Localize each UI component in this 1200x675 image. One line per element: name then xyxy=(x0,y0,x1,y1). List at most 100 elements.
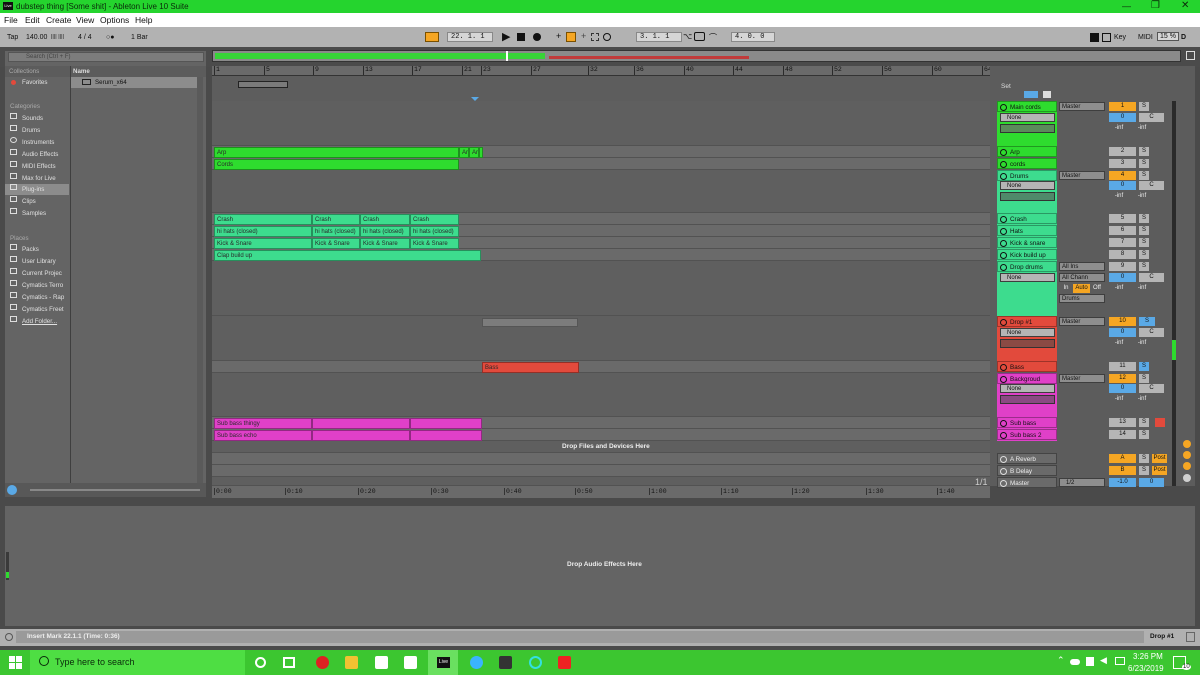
sidebar-item-user-library[interactable]: User Library xyxy=(5,256,69,267)
windows-start-icon[interactable] xyxy=(9,656,22,669)
browser-file-row[interactable]: Serum_x64 xyxy=(71,77,203,88)
network-icon[interactable] xyxy=(1086,657,1094,666)
sidebar-item-clips[interactable]: Clips xyxy=(5,196,69,207)
volume-field[interactable]: 0 xyxy=(1109,273,1136,282)
midi-map-button[interactable]: MIDI xyxy=(1138,34,1153,41)
solo-button[interactable]: S xyxy=(1139,102,1149,111)
master-pan[interactable]: 0 xyxy=(1139,478,1164,487)
arrangement-overview[interactable] xyxy=(212,50,1181,62)
volume-field[interactable]: 0 xyxy=(1109,384,1136,393)
menu-edit[interactable]: Edit xyxy=(25,15,40,25)
quantize-select[interactable]: 1 Bar xyxy=(131,34,148,41)
solo-button[interactable]: S xyxy=(1139,374,1149,383)
track-number[interactable]: 3 xyxy=(1109,159,1136,168)
solo-button[interactable]: S xyxy=(1139,430,1149,439)
track-number[interactable]: 4 xyxy=(1109,171,1136,180)
track-header-b-delay[interactable]: B Delay xyxy=(997,465,1057,476)
loop-brace[interactable] xyxy=(238,81,288,88)
pan-field[interactable]: C xyxy=(1139,181,1164,190)
clip-cords[interactable]: Cords xyxy=(214,159,459,170)
output-sub-select[interactable]: Drums xyxy=(1059,294,1105,303)
time-signature[interactable]: 4 / 4 xyxy=(78,34,92,41)
device-view[interactable]: Drop Audio Effects Here xyxy=(5,506,1195,626)
loop-start-field[interactable]: 3. 1. 1 xyxy=(636,32,682,42)
ableton-live-taskbar[interactable]: Live xyxy=(428,650,458,675)
play-status-icon[interactable] xyxy=(1000,432,1007,439)
track-header-drop1[interactable]: Drop #1 xyxy=(997,316,1057,327)
lane-background[interactable] xyxy=(212,373,990,417)
session-record-icon[interactable] xyxy=(591,33,599,41)
sidebar-item-max-for-live[interactable]: Max for Live xyxy=(5,173,69,184)
clip-hats[interactable]: hi hats (closed) xyxy=(214,226,312,237)
return-c-icon[interactable] xyxy=(1183,462,1191,470)
onedrive-icon[interactable] xyxy=(1070,659,1080,665)
solo-button[interactable]: S xyxy=(1139,147,1149,156)
return-letter[interactable]: B xyxy=(1109,466,1136,475)
store-icon[interactable] xyxy=(375,656,388,669)
track-number[interactable]: 9 xyxy=(1109,262,1136,271)
track-number[interactable]: 14 xyxy=(1109,430,1136,439)
menu-create[interactable]: Create xyxy=(46,15,72,25)
clip-kick[interactable]: Kick & Snare xyxy=(214,238,312,249)
preview-volume-slider[interactable] xyxy=(30,489,200,491)
input-select[interactable]: None xyxy=(1000,328,1055,337)
punch-in-icon[interactable]: ⌥ xyxy=(683,32,692,41)
nudge-buttons[interactable]: |||| |||| xyxy=(51,34,64,40)
opera-icon[interactable] xyxy=(316,656,329,669)
key-map-button[interactable]: Key xyxy=(1114,34,1126,41)
clip-bass[interactable]: Bass xyxy=(482,362,579,373)
track-number[interactable]: 13 xyxy=(1109,418,1136,427)
input-type-select[interactable]: All Ins xyxy=(1059,262,1105,271)
lane-drop-drums[interactable] xyxy=(212,261,990,316)
clock-time[interactable]: 3:26 PM xyxy=(1133,652,1163,661)
clip-sub-bass-echo-cont[interactable] xyxy=(312,430,410,441)
solo-button[interactable]: S xyxy=(1139,317,1155,326)
volume-icon[interactable]: ◀ xyxy=(1100,655,1107,666)
play-status-icon[interactable] xyxy=(1000,252,1007,259)
lane-master[interactable] xyxy=(212,477,990,486)
clip-arp[interactable]: Arp xyxy=(214,147,459,158)
tray-chevron-icon[interactable]: ⌃ xyxy=(1057,655,1065,666)
sidebar-item-cymatics-rap[interactable]: Cymatics - Rap xyxy=(5,292,69,303)
track-header-bass[interactable]: Bass xyxy=(997,361,1057,372)
solo-button[interactable]: S xyxy=(1139,238,1149,247)
volume-field[interactable]: 0 xyxy=(1109,328,1136,337)
clip-arp-small[interactable]: Ar xyxy=(459,147,469,158)
loop-length-field[interactable]: 4. 0. 0 xyxy=(731,32,775,42)
minimize-icon[interactable]: — xyxy=(1122,1,1131,11)
browser-search-input[interactable]: Search (Ctrl + F) xyxy=(8,52,204,62)
beat-ruler[interactable]: 1 5 9 13 17 21 23 27 32 36 40 44 48 52 5… xyxy=(212,66,992,76)
monitor-auto-button[interactable]: Auto xyxy=(1073,284,1090,293)
return-a-icon[interactable] xyxy=(1183,440,1191,448)
file-scroll-bar[interactable] xyxy=(197,77,203,486)
overview-toggle-button[interactable] xyxy=(1186,51,1195,60)
draw-mode-icon[interactable] xyxy=(1090,33,1099,42)
clip-sub-bass-thingy-cont[interactable] xyxy=(312,418,410,429)
fold-icon[interactable] xyxy=(1000,319,1007,326)
post-button[interactable]: Post xyxy=(1152,454,1167,463)
clip-clap-build-up[interactable]: Clap build up xyxy=(214,250,481,261)
monitor-in-button[interactable]: In xyxy=(1060,284,1072,293)
volume-field[interactable]: 0 xyxy=(1109,181,1136,190)
sidebar-item-audio-effects[interactable]: Audio Effects xyxy=(5,149,69,160)
lock-envelopes-icon[interactable] xyxy=(1043,91,1051,98)
clip-hats[interactable]: hi hats (closed) xyxy=(312,226,360,237)
arrangement-position[interactable]: 22. 1. 1 xyxy=(447,32,493,42)
task-view-icon[interactable] xyxy=(283,657,295,668)
clip-sub-bass-echo[interactable]: Sub bass echo xyxy=(214,430,312,441)
monitor-off-button[interactable]: Off xyxy=(1091,284,1103,293)
menu-view[interactable]: View xyxy=(76,15,94,25)
solo-button[interactable]: S xyxy=(1139,214,1149,223)
tap-button[interactable]: Tap xyxy=(7,34,18,41)
arrangement-record-toggle[interactable] xyxy=(1024,91,1038,98)
track-number[interactable]: 7 xyxy=(1109,238,1136,247)
track-header-master[interactable]: Master xyxy=(997,477,1057,488)
stop-icon[interactable] xyxy=(517,33,525,41)
clip-crash[interactable]: Crash xyxy=(312,214,360,225)
language-icon[interactable] xyxy=(1115,657,1125,665)
clip-hats[interactable]: hi hats (closed) xyxy=(360,226,410,237)
play-status-icon[interactable] xyxy=(1000,480,1007,487)
output-select[interactable]: Master xyxy=(1059,102,1105,111)
lane-drop1[interactable] xyxy=(212,316,990,361)
menu-options[interactable]: Options xyxy=(100,15,129,25)
